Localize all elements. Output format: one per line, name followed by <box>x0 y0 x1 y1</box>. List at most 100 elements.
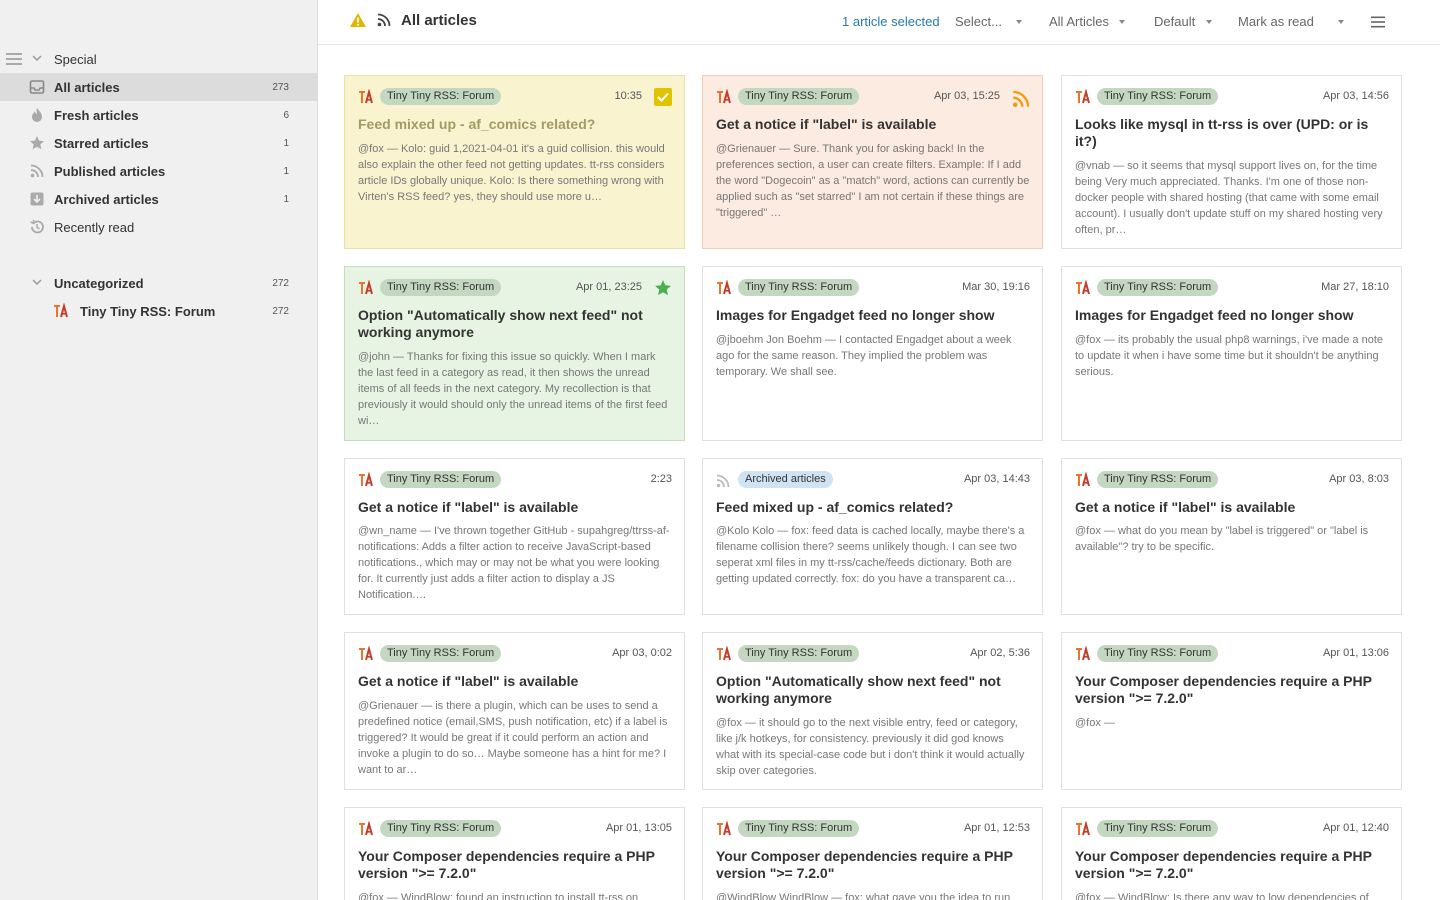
article-card[interactable]: Tiny Tiny RSS: Forum 2:23 Get a notice i… <box>344 458 685 615</box>
feed-chip[interactable]: Tiny Tiny RSS: Forum <box>1097 279 1219 296</box>
article-card[interactable]: Tiny Tiny RSS: Forum Apr 02, 5:36 Option… <box>702 632 1043 790</box>
feed-favicon-icon <box>53 303 69 319</box>
sidebar-item-label: All articles <box>54 79 120 95</box>
sidebar-item-count: 273 <box>272 81 289 93</box>
select-dropdown[interactable]: Select... <box>955 14 1022 29</box>
article-date: Apr 01, 13:05 <box>605 822 672 834</box>
article-card[interactable]: Tiny Tiny RSS: Forum Mar 30, 19:16 Image… <box>702 266 1043 441</box>
article-card[interactable]: Tiny Tiny RSS: Forum Apr 01, 13:05 Your … <box>344 807 685 900</box>
feed-favicon-icon <box>716 645 732 662</box>
hamburger-menu-icon[interactable] <box>1371 16 1385 28</box>
page-title: All articles <box>401 12 477 29</box>
sidebar-feed-ttrss-forum[interactable]: Tiny Tiny RSS: Forum 272 <box>0 297 318 325</box>
article-title[interactable]: Feed mixed up - af_comics related? <box>358 116 672 133</box>
article-title[interactable]: Images for Engadget feed no longer show <box>716 307 1030 324</box>
article-excerpt: @Grienauer — Sure. Thank you for asking … <box>716 143 1030 219</box>
inbox-icon <box>29 79 45 95</box>
history-icon <box>29 219 45 235</box>
article-date: Mar 30, 19:16 <box>962 281 1030 293</box>
sidebar-category-uncategorized[interactable]: Uncategorized 272 <box>0 269 318 297</box>
article-card[interactable]: Tiny Tiny RSS: Forum Apr 01, 13:06 Your … <box>1061 632 1402 790</box>
article-excerpt: @fox — what do you mean by "label is tri… <box>1075 525 1369 553</box>
feed-chip[interactable]: Tiny Tiny RSS: Forum <box>380 279 502 296</box>
article-excerpt: @fox — <box>1075 717 1115 729</box>
article-card[interactable]: Tiny Tiny RSS: Forum Apr 01, 12:40 Your … <box>1061 807 1402 900</box>
sidebar-item-label: Starred articles <box>54 135 149 151</box>
sidebar-item-archived-articles[interactable]: Archived articles 1 <box>0 185 318 213</box>
feed-chip[interactable]: Tiny Tiny RSS: Forum <box>380 645 502 662</box>
feed-chip[interactable]: Archived articles <box>738 471 833 488</box>
feed-chip[interactable]: Tiny Tiny RSS: Forum <box>380 820 502 837</box>
feed-count: 272 <box>272 305 289 317</box>
article-title[interactable]: Your Composer dependencies require a PHP… <box>1075 673 1389 707</box>
article-title[interactable]: Your Composer dependencies require a PHP… <box>716 848 1030 882</box>
sidebar-item-label: Recently read <box>54 219 135 235</box>
article-excerpt: @fox — its probably the usual php8 warni… <box>1075 334 1383 378</box>
archive-icon <box>29 191 45 207</box>
article-title[interactable]: Get a notice if "label" is available <box>1075 499 1389 516</box>
article-card[interactable]: Tiny Tiny RSS: Forum Mar 27, 18:10 Image… <box>1061 266 1402 441</box>
feed-favicon-icon <box>1075 820 1091 837</box>
article-card[interactable]: Tiny Tiny RSS: Forum Apr 01, 23:25 Optio… <box>344 266 685 441</box>
category-label: Uncategorized <box>54 275 144 291</box>
article-title[interactable]: Your Composer dependencies require a PHP… <box>1075 848 1389 882</box>
menu-icon[interactable] <box>6 52 22 66</box>
view-mode-dropdown[interactable]: All Articles <box>1049 14 1125 29</box>
article-title[interactable]: Images for Engadget feed no longer show <box>1075 307 1389 324</box>
feed-chip[interactable]: Tiny Tiny RSS: Forum <box>738 279 860 296</box>
article-card[interactable]: Tiny Tiny RSS: Forum Apr 03, 0:02 Get a … <box>344 632 685 790</box>
article-excerpt: @vnab — so it seems that mysql support l… <box>1075 160 1383 236</box>
chevron-down-icon[interactable] <box>1337 19 1344 24</box>
sidebar-item-recently-read[interactable]: Recently read <box>0 213 318 241</box>
article-card[interactable]: Tiny Tiny RSS: Forum Apr 03, 14:56 Looks… <box>1061 75 1402 249</box>
sidebar-item-fresh-articles[interactable]: Fresh articles 6 <box>0 101 318 129</box>
article-date: 10:35 <box>614 90 642 102</box>
feed-chip[interactable]: Tiny Tiny RSS: Forum <box>1097 820 1219 837</box>
order-dropdown[interactable]: Default <box>1154 14 1213 29</box>
feed-chip[interactable]: Tiny Tiny RSS: Forum <box>1097 88 1219 105</box>
feed-chip[interactable]: Tiny Tiny RSS: Forum <box>380 88 502 105</box>
feed-chip[interactable]: Tiny Tiny RSS: Forum <box>738 645 860 662</box>
mark-as-read-label: Mark as read <box>1238 14 1314 29</box>
article-card[interactable]: Archived articles Apr 03, 14:43 Feed mix… <box>702 458 1043 615</box>
published-rss-icon[interactable] <box>1012 88 1030 108</box>
article-title[interactable]: Get a notice if "label" is available <box>358 499 672 516</box>
article-title[interactable]: Your Composer dependencies require a PHP… <box>358 848 672 882</box>
warning-icon[interactable] <box>349 12 367 28</box>
article-card[interactable]: Tiny Tiny RSS: Forum Apr 03, 8:03 Get a … <box>1061 458 1402 615</box>
feed-label: Tiny Tiny RSS: Forum <box>80 303 216 319</box>
feed-chip[interactable]: Tiny Tiny RSS: Forum <box>738 820 860 837</box>
chevron-down-icon[interactable] <box>32 54 42 62</box>
article-title[interactable]: Get a notice if "label" is available <box>358 673 672 690</box>
rss-icon <box>30 164 44 178</box>
feed-chip[interactable]: Tiny Tiny RSS: Forum <box>738 88 860 105</box>
sidebar-item-count: 1 <box>283 193 289 205</box>
sidebar-item-starred-articles[interactable]: Starred articles 1 <box>0 129 318 157</box>
feed-chip[interactable]: Tiny Tiny RSS: Forum <box>380 471 502 488</box>
sidebar-item-published-articles[interactable]: Published articles 1 <box>0 157 318 185</box>
article-card[interactable]: Tiny Tiny RSS: Forum Apr 01, 12:53 Your … <box>702 807 1043 900</box>
article-card[interactable]: Tiny Tiny RSS: Forum 10:35 Feed mixed up… <box>344 75 685 249</box>
article-card[interactable]: Tiny Tiny RSS: Forum Apr 03, 15:25 Get a… <box>702 75 1043 249</box>
article-title[interactable]: Feed mixed up - af_comics related? <box>716 499 1030 516</box>
feed-chip[interactable]: Tiny Tiny RSS: Forum <box>1097 645 1219 662</box>
article-title[interactable]: Option "Automatically show next feed" no… <box>716 673 1030 707</box>
sidebar-item-all-articles[interactable]: All articles 273 <box>0 73 318 101</box>
mark-as-read-button[interactable]: Mark as read <box>1238 14 1344 29</box>
article-title[interactable]: Looks like mysql in tt-rss is over (UPD:… <box>1075 116 1389 150</box>
sidebar-special-header[interactable]: Special <box>0 45 318 73</box>
article-date: Apr 01, 12:40 <box>1322 822 1389 834</box>
feed-favicon-icon <box>1075 88 1091 105</box>
article-title[interactable]: Get a notice if "label" is available <box>716 116 1030 133</box>
article-title[interactable]: Option "Automatically show next feed" no… <box>358 307 672 341</box>
star-icon[interactable] <box>654 279 672 297</box>
sidebar: Special All articles 273 Fresh articles … <box>0 0 318 900</box>
selected-checkbox-icon[interactable] <box>654 88 672 106</box>
article-date: Apr 01, 12:53 <box>963 822 1030 834</box>
feed-favicon-icon <box>1075 279 1091 296</box>
chevron-down-icon[interactable] <box>32 278 42 286</box>
main-toolbar: All articles 1 article selected Select..… <box>318 0 1440 45</box>
feed-chip[interactable]: Tiny Tiny RSS: Forum <box>1097 471 1219 488</box>
article-excerpt: @fox — Kolo: guid 1,2021-04-01 it's a gu… <box>358 143 665 203</box>
order-label: Default <box>1154 14 1196 29</box>
